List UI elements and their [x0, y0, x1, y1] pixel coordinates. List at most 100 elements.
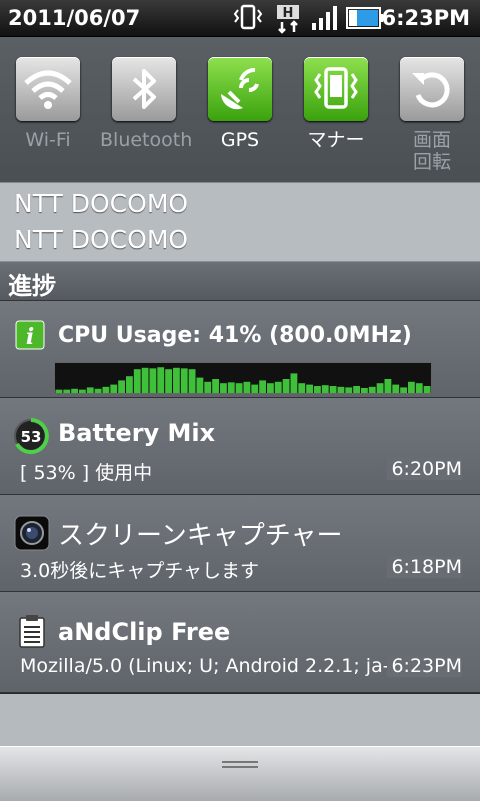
andclip-subtitle: Mozilla/5.0 (Linux; U; Android 2.2.1; ja…: [20, 655, 400, 677]
cpu-graph-bar: [63, 389, 71, 393]
cpu-graph-bar: [353, 386, 360, 393]
andclip-notification[interactable]: aNdClip Free Mozilla/5.0 (Linux; U; Andr…: [0, 592, 480, 693]
cpu-graph-bar: [392, 384, 400, 393]
ongoing-header: 進捗: [0, 262, 480, 301]
status-bar[interactable]: 2011/06/07 H 6:23PM: [0, 0, 480, 37]
close-handle[interactable]: [0, 746, 480, 801]
cpu-usage-graph: [54, 362, 432, 394]
battery-mix-notification[interactable]: 53 Battery Mix [ 53% ] 使用中 6:20PM: [0, 398, 480, 495]
cpu-graph-bar: [376, 383, 384, 393]
screen-capture-title: スクリーンキャプチャー: [58, 521, 343, 551]
rotate-icon: [412, 72, 450, 108]
vibrate-icon: [233, 4, 263, 30]
cpu-graph-bar: [329, 386, 337, 393]
cpu-graph-bar: [79, 389, 86, 393]
manner-label: マナー: [307, 129, 365, 151]
cpu-graph-bar: [165, 369, 172, 393]
cpu-graph-bar: [227, 382, 235, 393]
cpu-graph-bar: [408, 381, 415, 393]
svg-text:H: H: [283, 6, 294, 21]
cpu-graph-bar: [157, 367, 165, 393]
cpu-graph-bar: [243, 381, 251, 393]
wifi-toggle[interactable]: Wi-Fi: [4, 57, 92, 151]
battery-mix-title: Battery Mix: [58, 419, 216, 447]
carrier-info: NTT DOCOMO NTT DOCOMO: [0, 183, 480, 262]
cpu-graph-bar: [110, 384, 118, 393]
vibrate-icon: [314, 67, 358, 109]
cpu-graph-bar: [290, 373, 298, 393]
screen-rotation-toggle[interactable]: 画面 回転: [388, 57, 476, 173]
cpu-graph-bar: [400, 387, 407, 393]
rotation-label: 画面 回転: [412, 129, 451, 173]
camera-icon: [14, 515, 50, 551]
cpu-graph-bar: [204, 381, 212, 393]
battery-level-icon: 53: [14, 418, 49, 454]
clipboard-icon: [19, 615, 45, 648]
cpu-graph-bar: [180, 368, 188, 393]
cpu-graph-bar: [321, 385, 329, 393]
cpu-graph-bar: [126, 376, 133, 393]
cpu-graph-bar: [337, 386, 345, 393]
cpu-graph-bar: [212, 379, 219, 393]
cpu-graph-bar: [149, 368, 157, 393]
cpu-graph-bar: [118, 380, 125, 393]
gps-toggle[interactable]: GPS: [196, 57, 284, 151]
ongoing-title: 進捗: [8, 272, 56, 300]
cpu-graph-bar: [86, 387, 94, 393]
cpu-graph-bar: [196, 377, 204, 393]
bluetooth-toggle[interactable]: Bluetooth: [100, 57, 193, 151]
gps-label: GPS: [220, 129, 260, 151]
cpu-usage-notification[interactable]: i CPU Usage: 41% (800.0MHz): [0, 301, 480, 398]
battery-mix-subtitle: [ 53% ] 使用中: [20, 462, 153, 484]
cpu-graph-bar: [274, 381, 282, 393]
carrier-name-2: NTT DOCOMO: [14, 225, 189, 254]
cpu-graph-bar: [384, 379, 392, 393]
cpu-graph-bar: [173, 367, 180, 393]
hspa-data-icon: H: [277, 5, 299, 34]
cpu-graph-bar: [267, 383, 274, 393]
cpu-graph-bar: [55, 389, 63, 393]
cpu-graph-bar: [235, 383, 243, 393]
signal-icon: [312, 6, 337, 30]
wifi-label: Wi-Fi: [25, 129, 71, 151]
cpu-graph-bar: [361, 387, 368, 393]
wifi-icon: [24, 70, 72, 109]
info-icon: i: [15, 320, 45, 350]
cpu-graph-bar: [259, 380, 266, 393]
cpu-graph-bar: [306, 384, 313, 393]
cpu-graph-bar: [345, 387, 353, 393]
manner-mode-toggle[interactable]: マナー: [292, 57, 380, 151]
screen-capture-notification[interactable]: スクリーンキャプチャー 3.0秒後にキャプチャします 6:18PM: [0, 495, 480, 592]
status-date: 2011/06/07: [8, 6, 141, 30]
cpu-usage-title: CPU Usage: 41% (800.0MHz): [58, 323, 412, 348]
svg-text:53: 53: [21, 428, 42, 446]
cpu-graph-bar: [423, 386, 431, 393]
cpu-graph-bar: [368, 386, 376, 393]
cpu-graph-bar: [133, 369, 141, 393]
carrier-name-1: NTT DOCOMO: [14, 189, 189, 218]
grip-icon: [222, 761, 258, 771]
cpu-graph-bar: [102, 386, 110, 393]
gps-icon: [221, 68, 259, 110]
battery-icon: [346, 7, 383, 29]
quick-settings-panel: Wi-Fi Bluetooth GPS マナー 画面 回転: [0, 37, 480, 183]
cpu-graph-bar: [71, 388, 78, 393]
cpu-graph-bar: [220, 383, 227, 393]
svg-text:i: i: [26, 324, 34, 350]
bluetooth-label: Bluetooth: [100, 129, 193, 151]
cpu-graph-bar: [415, 383, 423, 393]
status-time: 6:23PM: [381, 6, 470, 30]
andclip-time: 6:23PM: [387, 655, 462, 677]
cpu-graph-bar: [251, 384, 259, 393]
andclip-title: aNdClip Free: [58, 618, 231, 646]
cpu-graph-bar: [188, 369, 196, 393]
cpu-graph-bar: [298, 383, 306, 393]
battery-mix-time: 6:20PM: [387, 458, 462, 480]
screen-capture-time: 6:18PM: [387, 556, 462, 578]
cpu-graph-bar: [314, 386, 321, 393]
screen-capture-subtitle: 3.0秒後にキャプチャします: [20, 560, 260, 582]
cpu-graph-bar: [282, 379, 290, 393]
cpu-graph-bar: [141, 367, 149, 393]
bluetooth-icon: [132, 69, 156, 109]
cpu-graph-bar: [94, 388, 102, 393]
